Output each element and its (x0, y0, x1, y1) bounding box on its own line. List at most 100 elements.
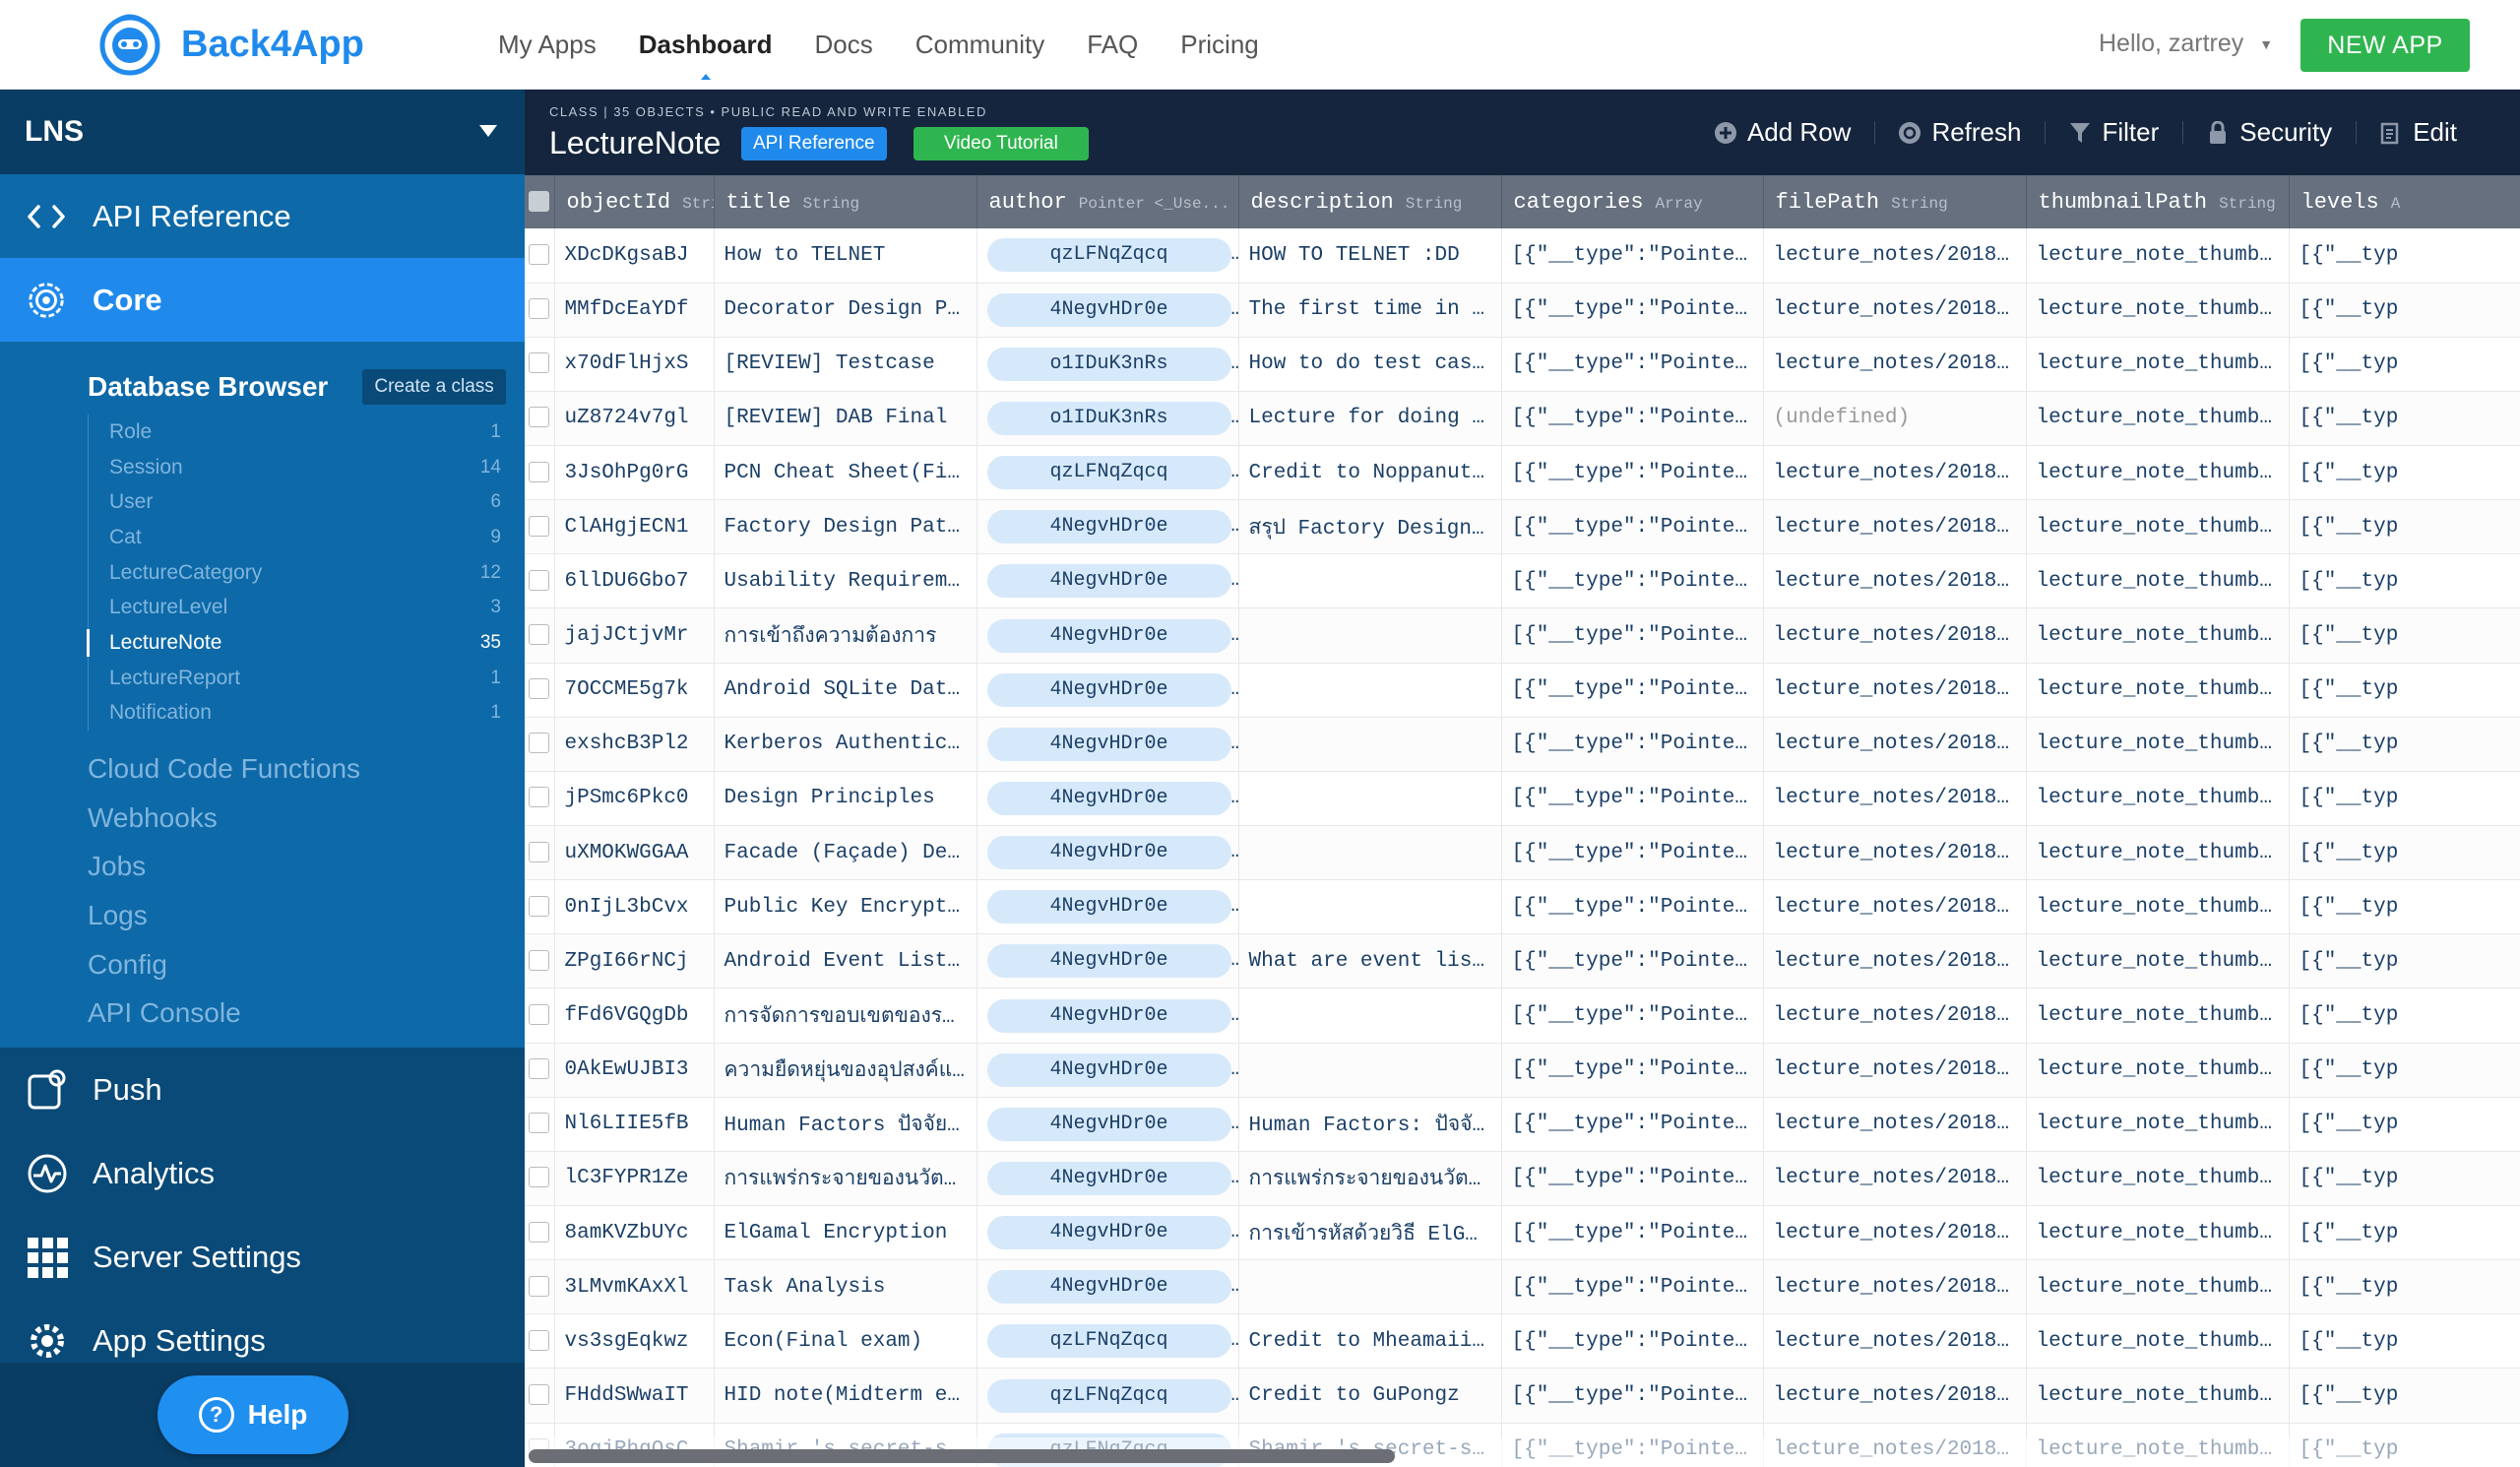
table-row[interactable]: jajJCtjvMr การเข้าถึงความต้องการ 4NegvHDr0… (525, 607, 2520, 664)
sidebar-logs[interactable]: Logs (88, 891, 525, 940)
table-cell[interactable]: lecture_notes/2018… (1763, 499, 2027, 555)
table-cell[interactable]: [{"__type":"Pointe… (1501, 499, 1764, 555)
table-cell[interactable]: lecture_note_thumb… (2026, 1313, 2290, 1370)
table-cell[interactable]: 4NegvHDr0e (976, 825, 1239, 881)
table-cell[interactable]: 4NegvHDr0e (976, 607, 1239, 664)
table-cell[interactable]: [{"__type":"Pointe… (1501, 337, 1764, 392)
class-item-lecturelevel[interactable]: LectureLevel 3 (89, 590, 501, 625)
table-cell[interactable]: 4NegvHDr0e (976, 1097, 1239, 1152)
column-header-7[interactable]: levels A (2289, 175, 2520, 228)
table-cell[interactable]: [{"__typ (2289, 1043, 2520, 1098)
table-cell[interactable]: 4NegvHDr0e (976, 553, 1239, 609)
row-checkbox[interactable] (525, 391, 555, 447)
table-cell[interactable]: Kerberos Authentic… (714, 717, 977, 772)
help-button[interactable]: ? Help (158, 1375, 348, 1454)
pointer-pill[interactable]: qzLFNqZqcq (986, 1378, 1231, 1413)
table-cell[interactable]: [{"__type":"Pointe… (1501, 391, 1764, 447)
table-cell[interactable]: lecture_note_thumb… (2026, 663, 2290, 718)
table-cell[interactable]: Public Key Encrypt… (714, 879, 977, 935)
class-item-role[interactable]: Role 1 (89, 415, 501, 450)
table-cell[interactable]: 6llDU6Gbo7 (554, 553, 715, 609)
nav-my-apps[interactable]: My Apps (498, 30, 597, 60)
table-row[interactable]: 3LMvmKAxXl Task Analysis 4NegvHDr0e [{"__ty… (525, 1259, 2520, 1315)
table-cell[interactable]: [{"__type":"Pointe… (1501, 553, 1764, 609)
pointer-pill[interactable]: 4NegvHDr0e (986, 1216, 1231, 1250)
table-cell[interactable] (1238, 717, 1502, 772)
pointer-pill[interactable]: 4NegvHDr0e (986, 564, 1231, 599)
table-cell[interactable]: [{"__typ (2289, 717, 2520, 772)
row-checkbox[interactable] (525, 1151, 555, 1207)
sidebar-server-settings[interactable]: Server Settings (0, 1215, 525, 1299)
table-cell[interactable]: 4NegvHDr0e (976, 988, 1239, 1044)
pointer-pill[interactable]: o1IDuK3nRs (986, 401, 1231, 435)
create-class-button[interactable]: Create a class (362, 369, 506, 405)
table-cell[interactable]: Econ(Final exam) (714, 1313, 977, 1370)
edit-button[interactable]: Edit (2356, 117, 2481, 148)
row-checkbox[interactable] (525, 337, 555, 392)
table-cell[interactable]: 0AkEwUJBI3 (554, 1043, 715, 1098)
table-cell[interactable] (1238, 663, 1502, 718)
row-checkbox[interactable] (525, 1313, 555, 1370)
table-cell[interactable]: การเข้ารหัสด้วยวิธี ElG… (1238, 1205, 1502, 1261)
table-cell[interactable]: lecture_note_thumb… (2026, 1097, 2290, 1152)
table-cell[interactable]: lecture_notes/2018… (1763, 1097, 2027, 1152)
security-button[interactable]: Security (2182, 117, 2356, 148)
table-cell[interactable]: Android SQLite Dat… (714, 663, 977, 718)
table-cell[interactable]: [{"__type":"Pointe… (1501, 228, 1764, 284)
table-cell[interactable]: XDcDKgsaBJ (554, 228, 715, 284)
video-tutorial-button[interactable]: Video Tutorial (914, 127, 1089, 160)
table-cell[interactable]: lecture_note_thumb… (2026, 499, 2290, 555)
table-cell[interactable]: lC3FYPR1Ze (554, 1151, 715, 1207)
row-checkbox[interactable] (525, 445, 555, 501)
table-cell[interactable]: qzLFNqZqcq (976, 445, 1239, 501)
table-cell[interactable]: Credit to GuPongz (1238, 1368, 1502, 1424)
table-cell[interactable] (1238, 607, 1502, 664)
table-row[interactable]: FHddSWwaIT HID note(Midterm e… qzLFNqZqcq C… (525, 1368, 2520, 1424)
table-cell[interactable]: [{"__typ (2289, 879, 2520, 935)
row-checkbox[interactable] (525, 1368, 555, 1424)
table-cell[interactable]: lecture_notes/2018… (1763, 771, 2027, 827)
table-cell[interactable] (1238, 1043, 1502, 1098)
pointer-pill[interactable]: 4NegvHDr0e (986, 672, 1231, 707)
table-cell[interactable]: lecture_note_thumb… (2026, 1043, 2290, 1098)
row-checkbox[interactable] (525, 1205, 555, 1261)
table-cell[interactable]: jajJCtjvMr (554, 607, 715, 664)
table-cell[interactable]: [{"__type":"Pointe… (1501, 663, 1764, 718)
sidebar-push[interactable]: Push (0, 1048, 525, 1131)
table-cell[interactable]: [{"__typ (2289, 1259, 2520, 1315)
row-checkbox[interactable] (525, 1097, 555, 1152)
new-app-button[interactable]: NEW APP (2300, 19, 2470, 72)
table-cell[interactable]: [{"__typ (2289, 1368, 2520, 1424)
table-cell[interactable]: การเข้าถึงความต้องการ (714, 607, 977, 664)
table-cell[interactable]: qzLFNqZqcq (976, 1313, 1239, 1370)
table-cell[interactable]: qzLFNqZqcq (976, 228, 1239, 284)
table-cell[interactable]: [{"__type":"Pointe… (1501, 1259, 1764, 1315)
table-cell[interactable]: HOW TO TELNET :DD (1238, 228, 1502, 284)
table-cell[interactable]: Decorator Design P… (714, 283, 977, 338)
table-row[interactable]: ClAHgjECN1 Factory Design Pat… 4NegvHDr0e ส… (525, 499, 2520, 555)
table-cell[interactable]: lecture_note_thumb… (2026, 771, 2290, 827)
table-cell[interactable]: [REVIEW] Testcase (714, 337, 977, 392)
table-cell[interactable]: สรุป Factory Design… (1238, 499, 1502, 555)
table-cell[interactable]: [{"__typ (2289, 228, 2520, 284)
table-cell[interactable]: ElGamal Encryption (714, 1205, 977, 1261)
table-cell[interactable] (1238, 1259, 1502, 1315)
table-cell[interactable]: Lecture for doing … (1238, 391, 1502, 447)
add-row-button[interactable]: Add Row (1690, 117, 1875, 148)
table-cell[interactable]: การแพร่กระจายของนวัต… (1238, 1151, 1502, 1207)
table-cell[interactable]: [{"__typ (2289, 1313, 2520, 1370)
table-cell[interactable]: 4NegvHDr0e (976, 1259, 1239, 1315)
table-cell[interactable]: Facade (Façade) De… (714, 825, 977, 881)
table-cell[interactable]: Factory Design Pat… (714, 499, 977, 555)
table-cell[interactable]: ClAHgjECN1 (554, 499, 715, 555)
row-checkbox[interactable] (525, 553, 555, 609)
sidebar-config[interactable]: Config (88, 940, 525, 989)
table-cell[interactable]: 4NegvHDr0e (976, 663, 1239, 718)
pointer-pill[interactable]: 4NegvHDr0e (986, 1052, 1231, 1087)
table-row[interactable]: lC3FYPR1Ze การแพร่กระจายของนวัต… 4NegvHDr0… (525, 1151, 2520, 1207)
table-cell[interactable]: [{"__type":"Pointe… (1501, 445, 1764, 501)
pointer-pill[interactable]: qzLFNqZqcq (986, 1324, 1231, 1359)
table-row[interactable]: MMfDcEaYDf Decorator Design P… 4NegvHDr0e T… (525, 283, 2520, 338)
nav-community[interactable]: Community (915, 30, 1044, 60)
table-cell[interactable]: Usability Requirem… (714, 553, 977, 609)
